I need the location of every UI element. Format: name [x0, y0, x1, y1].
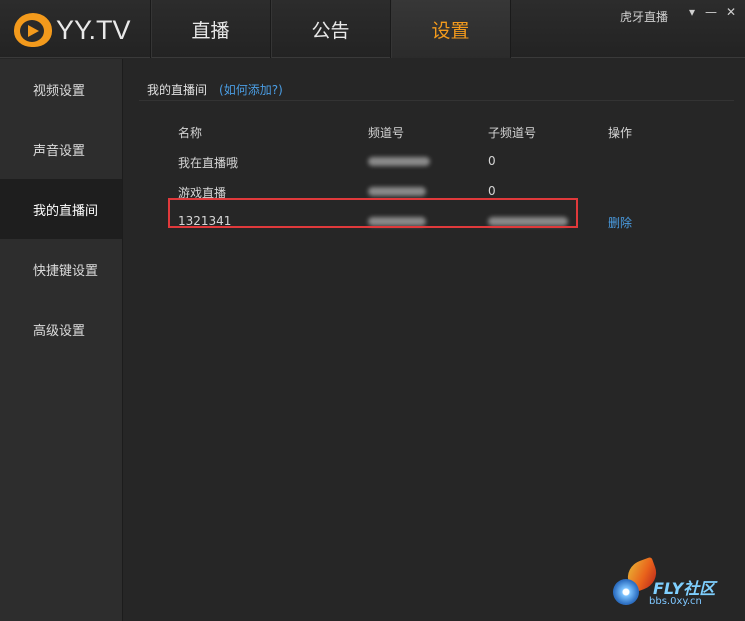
settings-sidebar: 视频设置 声音设置 我的直播间 快捷键设置 高级设置	[0, 59, 123, 621]
tab-live[interactable]: 直播	[150, 0, 270, 58]
row-subchannel: 0	[488, 184, 496, 198]
row-name: 我在直播哦	[178, 156, 239, 170]
yy-logo-icon	[14, 13, 52, 47]
sidebar-item-hotkey-settings[interactable]: 快捷键设置	[0, 239, 122, 299]
main-panel: 我的直播间 (如何添加?) 名称 频道号 子频道号 操作 我在直播哦 0 游戏直播…	[124, 59, 745, 621]
watermark-url: bbs.0xy.cn	[649, 596, 702, 607]
app-name-label: 虎牙直播	[620, 10, 669, 24]
sidebar-item-video-settings[interactable]: 视频设置	[0, 59, 122, 119]
row-channel-redacted	[368, 184, 426, 198]
minimize-icon[interactable]: —	[702, 4, 720, 20]
section-header: 我的直播间 (如何添加?)	[147, 81, 283, 98]
disc-icon	[613, 579, 639, 605]
section-title: 我的直播间	[147, 83, 208, 97]
logo-text: YY.TV	[56, 14, 131, 45]
yy-logo: YY.TV	[14, 12, 144, 48]
delete-button[interactable]: 删除	[608, 214, 632, 231]
sidebar-item-advanced-settings[interactable]: 高级设置	[0, 299, 122, 359]
close-icon[interactable]: ✕	[722, 4, 740, 20]
tab-announcement[interactable]: 公告	[270, 0, 390, 58]
column-header-action: 操作	[608, 126, 633, 140]
column-header-channel: 频道号	[368, 126, 405, 140]
how-to-add-link[interactable]: (如何添加?)	[219, 83, 283, 97]
sidebar-item-audio-settings[interactable]: 声音设置	[0, 119, 122, 179]
watermark: FLY社区 bbs.0xy.cn	[613, 556, 733, 611]
column-header-subchannel: 子频道号	[488, 126, 537, 140]
menu-dropdown-icon[interactable]: ▾	[683, 4, 701, 20]
tab-settings[interactable]: 设置	[390, 0, 510, 58]
row-channel-redacted	[368, 154, 430, 168]
sidebar-item-my-live-room[interactable]: 我的直播间	[0, 179, 122, 239]
header-divider	[139, 100, 734, 101]
top-bar: YY.TV 直播 公告 设置 虎牙直播 ▾ — ✕	[0, 0, 745, 58]
tab-divider	[510, 0, 511, 58]
row-subchannel: 0	[488, 154, 496, 168]
column-header-name: 名称	[178, 126, 203, 140]
highlight-box	[168, 198, 578, 228]
